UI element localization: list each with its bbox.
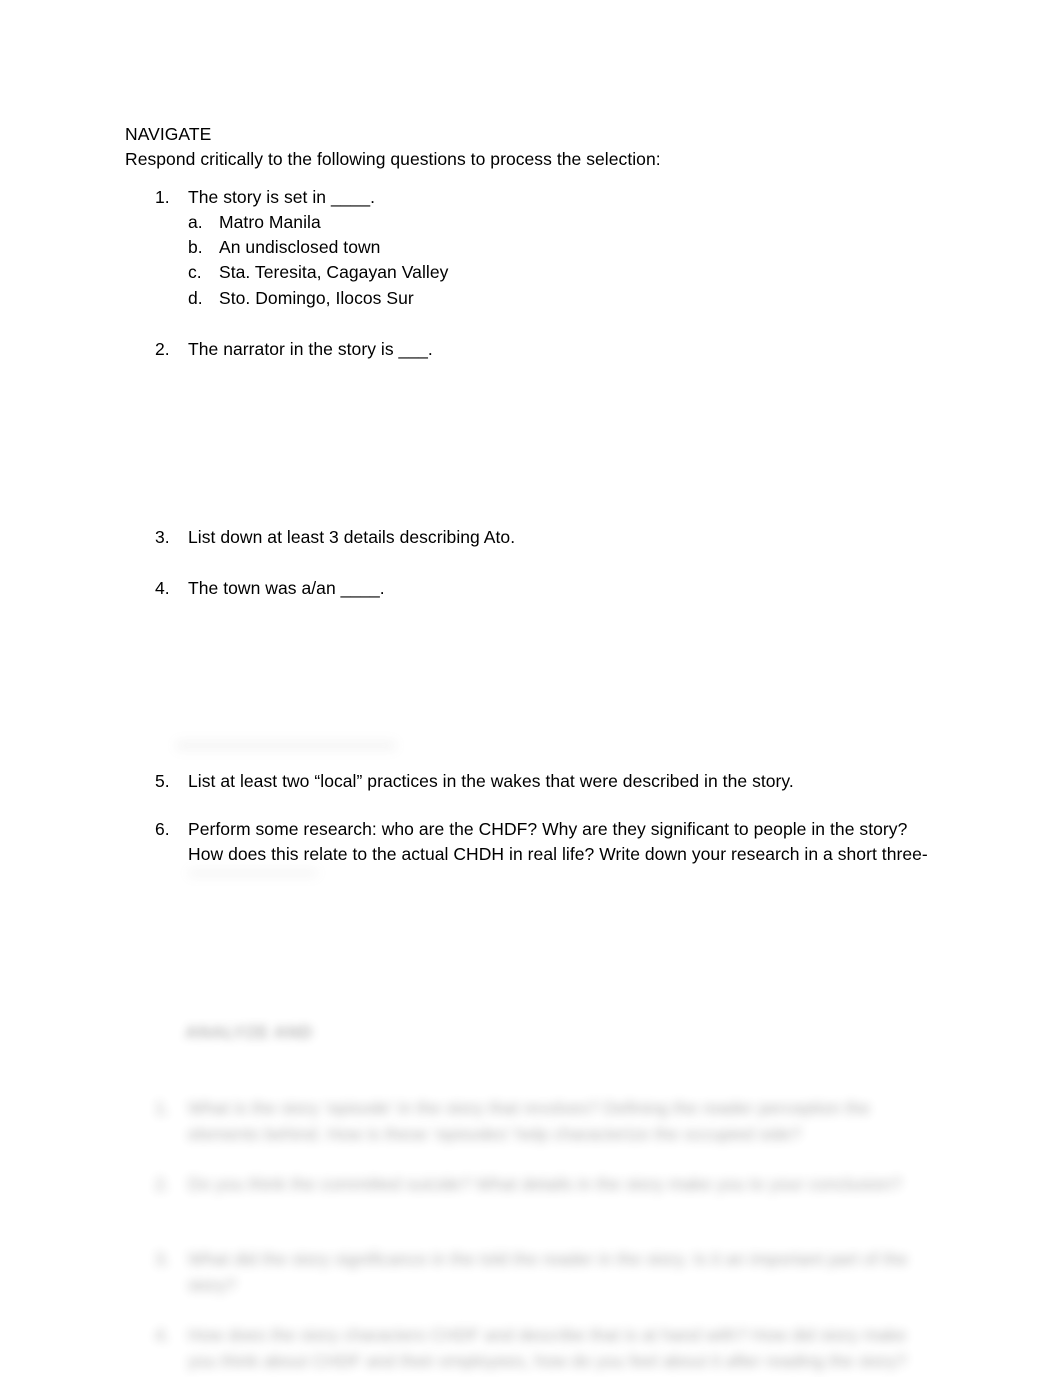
- question-item: 4. The town was a/an ____.: [155, 576, 945, 601]
- question-number: 1.: [155, 187, 170, 207]
- question-item: 3. List down at least 3 details describin…: [155, 525, 945, 550]
- option-label: An undisclosed town: [219, 237, 381, 257]
- option-label: Sta. Teresita, Cagayan Valley: [219, 262, 449, 282]
- instruction-line: Respond critically to the following ques…: [125, 149, 661, 169]
- question-text: The town was a/an ____.: [188, 578, 385, 598]
- question-number: 4.: [155, 578, 170, 598]
- answer-space[interactable]: [188, 365, 928, 525]
- obscured-list-item: 2. Do you think the committed suicide? Wh…: [155, 1172, 945, 1198]
- option-item[interactable]: a. Matro Manila: [188, 210, 321, 235]
- option-letter: c.: [188, 262, 202, 282]
- option-item[interactable]: b. An undisclosed town: [188, 235, 380, 260]
- obscured-item-number: 2.: [155, 1174, 170, 1194]
- option-letter: b.: [188, 237, 203, 257]
- question-item: 5. List at least two “local” practices in…: [155, 769, 945, 794]
- question-text: Perform some research: who are the CHDF?…: [188, 819, 928, 864]
- answer-space[interactable]: [188, 605, 928, 760]
- question-text: The narrator in the story is ___.: [188, 339, 433, 359]
- question-number: 3.: [155, 527, 170, 547]
- option-label: Sto. Domingo, Ilocos Sur: [219, 288, 414, 308]
- redacted-smudge: [188, 869, 318, 877]
- option-item[interactable]: d. Sto. Domingo, Ilocos Sur: [188, 286, 414, 311]
- question-item: 6. Perform some research: who are the CHD…: [155, 817, 945, 867]
- obscured-item-number: 3.: [155, 1249, 170, 1269]
- redacted-smudge: [176, 741, 396, 750]
- obscured-item-number: 1.: [155, 1098, 170, 1118]
- obscured-item-text: What is the story ‘episode’ in the story…: [188, 1098, 870, 1144]
- question-number: 6.: [155, 819, 170, 839]
- question-number: 5.: [155, 771, 170, 791]
- obscured-item-text: What did the story significance in the t…: [188, 1249, 908, 1295]
- obscured-list-item: 1. What is the story ‘episode’ in the sto…: [155, 1096, 945, 1147]
- question-text: List down at least 3 details describing …: [188, 527, 516, 547]
- obscured-item-text: Do you think the committed suicide? What…: [188, 1174, 902, 1194]
- obscured-list-item: 4. How does the story characters CHDF and…: [155, 1323, 945, 1374]
- question-item: 1. The story is set in ____.: [155, 185, 945, 210]
- question-text: List at least two “local” practices in t…: [188, 771, 794, 791]
- obscured-item-number: 4.: [155, 1325, 170, 1345]
- document-page: NAVIGATE Respond critically to the follo…: [0, 0, 1062, 1377]
- question-item: 2. The narrator in the story is ___.: [155, 337, 945, 362]
- obscured-item-text: How does the story characters CHDF and d…: [188, 1325, 907, 1371]
- option-item[interactable]: c. Sta. Teresita, Cagayan Valley: [188, 260, 448, 285]
- option-letter: a.: [188, 212, 203, 232]
- option-letter: d.: [188, 288, 203, 308]
- option-label: Matro Manila: [219, 212, 321, 232]
- obscured-list-item: 3. What did the story significance in the…: [155, 1247, 945, 1298]
- question-number: 2.: [155, 339, 170, 359]
- question-text: The story is set in ____.: [188, 187, 376, 207]
- section-heading: NAVIGATE: [125, 124, 212, 144]
- obscured-section-heading: ANALYZE AND: [185, 1022, 313, 1042]
